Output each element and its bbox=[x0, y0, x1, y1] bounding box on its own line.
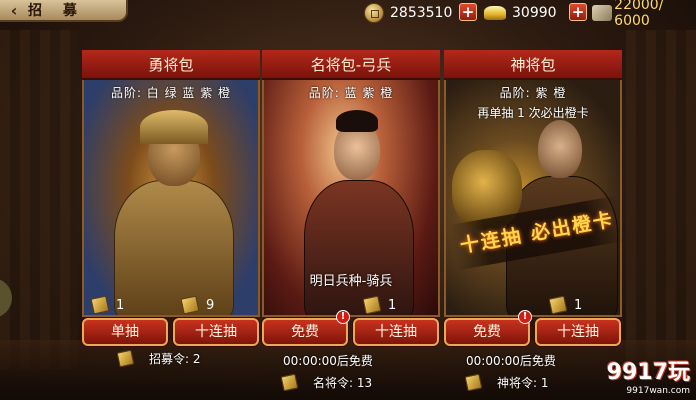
famous-token-icon bbox=[280, 373, 299, 392]
famous-token-info: 名将令: 13 bbox=[280, 373, 372, 392]
coins-display: 2853510 bbox=[364, 2, 452, 24]
recruit-title-tab[interactable]: ‹ 招 募 bbox=[0, 0, 128, 22]
alert-icon: ! bbox=[518, 310, 532, 324]
grade-text: 品阶: 紫 橙 bbox=[499, 86, 567, 100]
recruit-card-god[interactable]: 神将包 品阶: 紫 橙 再单抽 1 次必出橙卡 十连抽 必出橙卡 1 bbox=[444, 50, 625, 317]
background-floor bbox=[0, 340, 696, 400]
watermark-url: 9917wan.com bbox=[626, 386, 690, 396]
free-draw-button[interactable]: 免费 bbox=[262, 318, 348, 346]
ticket-count: 1 bbox=[362, 295, 396, 315]
guarantee-note: 再单抽 1 次必出橙卡 bbox=[477, 106, 589, 120]
recruit-token-icon bbox=[548, 295, 568, 315]
free-draw-button[interactable]: 免费 bbox=[444, 318, 530, 346]
background-wall-left bbox=[0, 30, 78, 370]
single-draw-button[interactable]: 单抽 bbox=[82, 318, 168, 346]
hero-portrait-brave bbox=[84, 80, 258, 315]
gold-ingot-icon bbox=[484, 6, 506, 20]
capacity-value: 22000/ 6000 bbox=[614, 0, 664, 29]
watermark-logo: 9917玩 bbox=[606, 360, 690, 385]
ten-ticket-count: 9 bbox=[180, 295, 214, 315]
tomorrow-unit-text: 明日兵种-骑兵 bbox=[309, 274, 393, 289]
site-watermark: 9917玩 9917wan.com bbox=[607, 354, 690, 396]
add-coins-button[interactable]: + bbox=[459, 3, 477, 21]
recruit-token-info: 招募令: 2 bbox=[116, 349, 201, 368]
god-token-icon bbox=[464, 373, 483, 392]
recruit-card-famous[interactable]: 名将包-弓兵 品阶: 蓝 紫 橙 明日兵种-骑兵 1 bbox=[262, 50, 440, 317]
recruit-card-brave[interactable]: 勇将包 品阶: 白 绿 蓝 紫 橙 1 9 bbox=[82, 50, 260, 317]
card-title: 勇将包 bbox=[82, 50, 260, 80]
coins-value: 2853510 bbox=[390, 5, 453, 21]
copper-coin-icon bbox=[364, 3, 384, 23]
background-wall-right bbox=[626, 30, 696, 370]
ten-draw-button[interactable]: 十连抽 bbox=[173, 318, 259, 346]
ticket-count: 1 bbox=[548, 295, 582, 315]
free-timer: 00:00:00后免费 bbox=[466, 354, 556, 368]
ten-draw-button[interactable]: 十连抽 bbox=[353, 318, 439, 346]
capacity-display: 22000/ 6000 bbox=[592, 0, 696, 29]
back-arrow-icon[interactable]: ‹ bbox=[0, 0, 28, 21]
card-title: 名将包-弓兵 bbox=[262, 50, 440, 80]
free-timer: 00:00:00后免费 bbox=[283, 354, 373, 368]
token-stack-icon bbox=[592, 5, 613, 21]
recruit-token-icon bbox=[90, 295, 110, 315]
gold-value: 30990 bbox=[512, 5, 557, 21]
grade-text: 品阶: 蓝 紫 橙 bbox=[308, 86, 394, 100]
gold-display: 30990 bbox=[484, 2, 557, 24]
god-token-info: 神将令: 1 bbox=[464, 373, 549, 392]
recruit-token-icon bbox=[180, 295, 200, 315]
recruit-token-icon bbox=[116, 349, 135, 368]
ten-draw-button[interactable]: 十连抽 bbox=[535, 318, 621, 346]
recruit-token-icon bbox=[362, 295, 382, 315]
single-ticket-count: 1 bbox=[90, 295, 124, 315]
alert-icon: ! bbox=[336, 310, 350, 324]
card-title: 神将包 bbox=[444, 50, 622, 80]
page-title: 招 募 bbox=[28, 3, 85, 19]
add-gold-button[interactable]: + bbox=[569, 3, 587, 21]
grade-text: 品阶: 白 绿 蓝 紫 橙 bbox=[110, 86, 232, 100]
